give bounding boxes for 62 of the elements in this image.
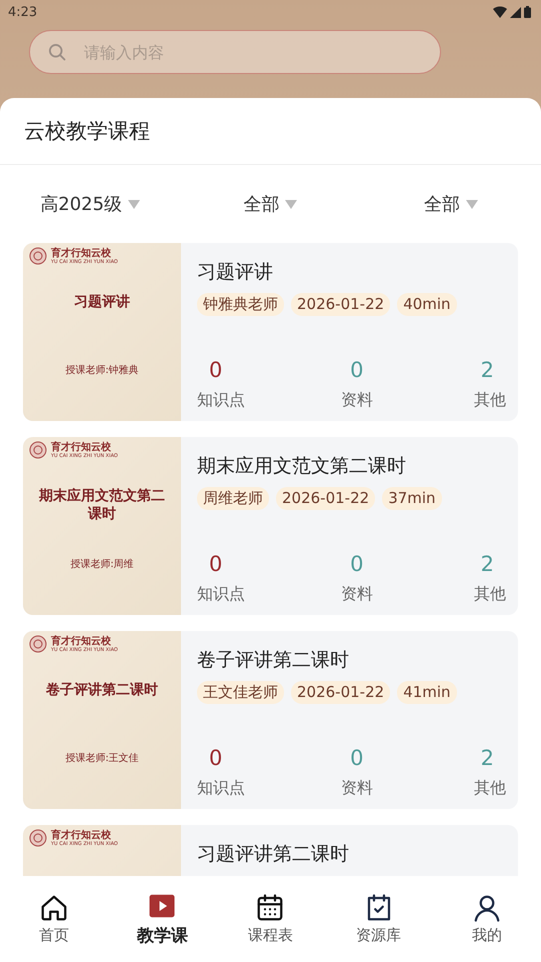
course-tag: 2026-01-22 [276, 487, 376, 510]
filter-dropdown[interactable]: 全部 [180, 192, 361, 216]
stat-count: 0 [349, 746, 364, 770]
page-title: 云校教学课程 [24, 118, 150, 145]
stat-count: 2 [480, 746, 495, 770]
stat-label: 其他 [474, 390, 506, 411]
stat-label: 知识点 [197, 584, 245, 605]
stat-count: 0 [349, 358, 364, 382]
school-name: 育才行知云校 [51, 636, 112, 646]
cover-title: 习题评讲 [73, 293, 131, 312]
course-tag: 41min [397, 681, 457, 704]
stat-label: 资料 [340, 390, 373, 411]
school-emblem-icon [29, 635, 47, 653]
stat-count: 0 [349, 552, 364, 576]
stat-count: 0 [208, 746, 224, 770]
school-name: 育才行知云校 [51, 442, 112, 452]
cover-teacher: 授课老师:周维 [69, 558, 135, 571]
course-tag: 2026-01-22 [291, 681, 390, 704]
course-tag: 37min [382, 487, 442, 510]
battery-icon [524, 6, 531, 18]
cover-teacher: 授课老师:钟雅典 [64, 364, 140, 377]
stat-label: 资料 [340, 778, 373, 799]
course-title: 习题评讲第二课时 [197, 842, 350, 867]
caret-icon [466, 200, 478, 208]
course-title: 习题评讲 [197, 260, 274, 285]
cover-title: 期末应用文范文第二课时 [38, 487, 166, 524]
nav-tab[interactable]: 首页 [0, 893, 108, 945]
course-tag: 2026-01-22 [291, 293, 390, 316]
nav-tab[interactable]: 我的 [432, 893, 541, 945]
status-time: 4:23 [8, 4, 38, 20]
stat-label: 知识点 [197, 778, 245, 799]
filter-dropdown[interactable]: 全部 [360, 192, 541, 216]
nav-tab[interactable]: 资源库 [324, 893, 433, 945]
course-tag: 钟雅典老师 [197, 293, 284, 316]
signal-icon [510, 6, 521, 18]
school-name: 育才行知云校 [51, 248, 112, 258]
cover-title: 卷子评讲第二课时 [45, 681, 159, 700]
stat-count: 0 [208, 552, 224, 576]
stat-label: 知识点 [197, 390, 245, 411]
nav-tab[interactable]: 教学课 [108, 891, 216, 947]
stat-label: 资料 [340, 584, 373, 605]
course-tag: 王文佳老师 [197, 681, 284, 704]
course-tag: 40min [397, 293, 457, 316]
stat-count: 2 [480, 552, 495, 576]
stat-label: 其他 [474, 584, 506, 605]
nav-tab[interactable]: 课程表 [216, 893, 325, 945]
cover-teacher: 授课老师:王文佳 [64, 752, 140, 765]
school-emblem-icon [29, 441, 47, 459]
course-title: 卷子评讲第二课时 [197, 648, 350, 673]
caret-icon [128, 200, 140, 208]
stat-count: 0 [208, 358, 224, 382]
filter-dropdown[interactable]: 高2025级 [0, 192, 180, 216]
stat-count: 2 [480, 358, 495, 382]
course-title: 期末应用文范文第二课时 [197, 454, 407, 479]
school-emblem-icon [29, 247, 47, 265]
course-tag: 周维老师 [197, 487, 269, 510]
search-icon [47, 42, 67, 62]
school-emblem-icon [29, 829, 47, 847]
stat-label: 其他 [474, 778, 506, 799]
caret-icon [285, 200, 298, 208]
school-name: 育才行知云校 [51, 830, 112, 840]
wifi-icon [493, 6, 507, 18]
